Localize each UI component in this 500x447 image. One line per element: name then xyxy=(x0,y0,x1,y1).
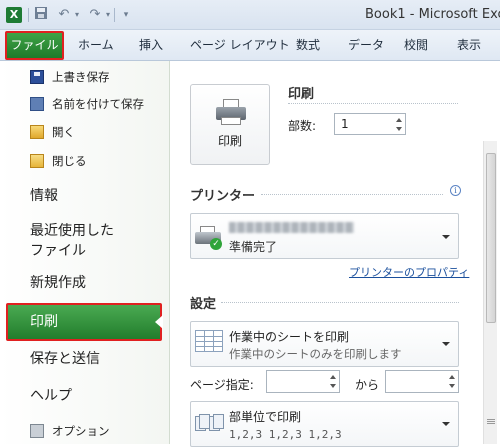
tab-home[interactable]: ホーム xyxy=(78,30,114,61)
open-command[interactable]: 開く xyxy=(0,120,168,144)
ribbon-tab-bar: ファイル ホーム 挿入 ページ レイアウト 数式 データ 校閲 表示 xyxy=(0,30,500,61)
save-icon[interactable] xyxy=(32,6,50,24)
options-label: オプション xyxy=(52,424,110,438)
divider xyxy=(288,103,458,104)
pages-from-input[interactable] xyxy=(266,370,340,393)
stepper-down-icon[interactable] xyxy=(449,384,455,388)
active-indicator-icon xyxy=(155,315,163,329)
stepper-up-icon[interactable] xyxy=(396,118,402,122)
printer-dropdown[interactable]: ✓ 準備完了 xyxy=(190,213,459,259)
print-scope-main: 作業中のシートを印刷 xyxy=(229,330,350,344)
printer-ready-icon: ✓ xyxy=(195,226,225,250)
print-button[interactable]: 印刷 xyxy=(190,84,270,165)
qat-separator xyxy=(114,8,115,22)
collate-dropdown[interactable]: 部単位で印刷 1,2,3 1,2,3 1,2,3 xyxy=(190,401,459,447)
print-button-label: 印刷 xyxy=(217,134,242,148)
menu-new[interactable]: 新規作成 xyxy=(0,268,168,298)
save-as-icon xyxy=(30,97,44,111)
pages-to-input[interactable] xyxy=(385,370,459,393)
tab-insert[interactable]: 挿入 xyxy=(139,30,163,61)
scrollbar-grip-icon xyxy=(487,419,495,420)
save-label: 上書き保存 xyxy=(52,70,110,84)
open-label: 開く xyxy=(52,125,75,139)
customize-qat-icon[interactable]: ▾ xyxy=(117,6,135,24)
undo-dropdown-icon[interactable]: ▾ xyxy=(68,6,86,24)
menu-print[interactable]: 印刷 xyxy=(6,303,163,341)
printer-icon xyxy=(216,99,246,125)
backstage-nav: 上書き保存 名前を付けて保存 開く 閉じる 情報 最近使用した ファイル 新規作… xyxy=(0,61,170,444)
collate-icon xyxy=(195,412,225,438)
vertical-scrollbar[interactable] xyxy=(483,141,497,444)
collate-main: 部単位で印刷 xyxy=(229,410,302,424)
close-command[interactable]: 閉じる xyxy=(0,149,168,173)
stepper-up-icon[interactable] xyxy=(330,375,336,379)
title-bar: X ↶ ▾ ↷ ▾ ▾ Book1 - Microsoft Exce xyxy=(0,0,500,30)
print-scope-sub: 作業中のシートのみを印刷します xyxy=(229,347,402,361)
tab-data[interactable]: データ xyxy=(348,30,384,61)
qat-separator xyxy=(28,8,29,22)
close-label: 閉じる xyxy=(52,154,87,168)
menu-save-send[interactable]: 保存と送信 xyxy=(0,344,168,374)
printer-properties-link[interactable]: プリンターのプロパティ xyxy=(349,264,469,280)
save-icon xyxy=(30,70,44,84)
menu-recent-files[interactable]: 最近使用した ファイル xyxy=(0,221,168,261)
save-as-command[interactable]: 名前を付けて保存 xyxy=(0,92,168,116)
save-command[interactable]: 上書き保存 xyxy=(0,65,168,89)
tab-view[interactable]: 表示 xyxy=(457,30,481,61)
options-command[interactable]: オプション xyxy=(0,419,168,443)
collate-sub: 1,2,3 1,2,3 1,2,3 xyxy=(229,428,342,441)
divider xyxy=(261,194,443,195)
print-section-title: 印刷 xyxy=(288,87,315,102)
divider xyxy=(221,302,459,303)
printer-section-title: プリンター xyxy=(190,189,256,204)
print-panel: 印刷 印刷 部数: 1 プリンター i ✓ 準備完了 プリンターのプロパティ 設… xyxy=(171,61,500,447)
close-folder-icon xyxy=(30,154,44,168)
scrollbar-thumb[interactable] xyxy=(486,153,496,323)
menu-print-label: 印刷 xyxy=(30,314,58,330)
chevron-down-icon xyxy=(442,235,450,239)
chevron-down-icon xyxy=(442,342,450,346)
print-scope-dropdown[interactable]: 作業中のシートを印刷 作業中のシートのみを印刷します xyxy=(190,321,459,367)
settings-section-title: 設定 xyxy=(190,297,217,312)
tab-page-layout[interactable]: ページ レイアウト xyxy=(190,30,290,61)
stepper-up-icon[interactable] xyxy=(449,375,455,379)
tab-file[interactable]: ファイル xyxy=(5,31,64,60)
sheet-icon xyxy=(195,330,223,352)
menu-info[interactable]: 情報 xyxy=(0,181,168,211)
pages-label: ページ指定: xyxy=(190,378,254,392)
options-icon xyxy=(30,424,44,438)
copies-label: 部数: xyxy=(288,119,317,133)
copies-stepper[interactable]: 1 xyxy=(334,113,406,135)
printer-status: 準備完了 xyxy=(229,240,278,254)
window-title: Book1 - Microsoft Exce xyxy=(365,7,500,22)
chevron-down-icon xyxy=(442,422,450,426)
stepper-down-icon[interactable] xyxy=(330,384,336,388)
stepper-down-icon[interactable] xyxy=(396,127,402,131)
excel-logo-icon[interactable]: X xyxy=(6,7,22,23)
menu-help[interactable]: ヘルプ xyxy=(0,381,168,411)
copies-value: 1 xyxy=(341,117,349,131)
tab-review[interactable]: 校閲 xyxy=(404,30,428,61)
printer-name-redacted xyxy=(229,222,354,233)
pages-to-label: から xyxy=(355,378,380,392)
save-as-label: 名前を付けて保存 xyxy=(52,97,144,111)
menu-recent-line2: ファイル xyxy=(30,243,86,259)
info-icon[interactable]: i xyxy=(450,185,461,196)
open-folder-icon xyxy=(30,125,44,139)
menu-recent-line1: 最近使用した xyxy=(30,223,114,239)
tab-formulas[interactable]: 数式 xyxy=(296,30,320,61)
